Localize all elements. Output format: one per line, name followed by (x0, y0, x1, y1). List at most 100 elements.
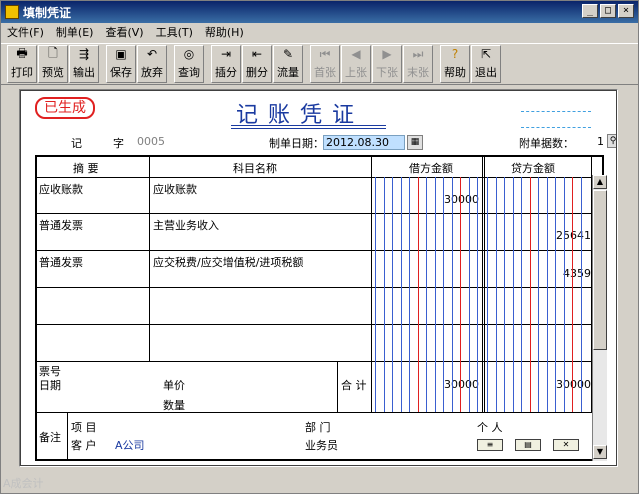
scroll-up-icon[interactable]: ▲ (593, 175, 607, 189)
col-account-header: 科目名称 (233, 162, 277, 175)
grid-hline (37, 250, 592, 251)
save-button[interactable]: ▣ 保存 (106, 45, 136, 83)
total-label: 合 计 (341, 379, 367, 392)
insert-row-button[interactable]: ⇥ 插分 (211, 45, 241, 83)
price-label: 单价 (163, 379, 185, 392)
grid-hline (37, 177, 592, 178)
menu-tools[interactable]: 工具(T) (150, 24, 199, 40)
grid-vline (468, 177, 470, 412)
row2-account[interactable]: 主营业务收入 (153, 217, 219, 233)
delete-row-button[interactable]: ⇤ 删分 (242, 45, 272, 83)
person-label: 个 人 (477, 421, 503, 434)
menu-file[interactable]: 文件(F) (1, 24, 50, 40)
customer-label: 客 户 (71, 439, 97, 452)
grid-vline (538, 177, 539, 412)
grid-vline (400, 177, 402, 412)
scroll-down-icon[interactable]: ▼ (593, 445, 607, 459)
row3-credit[interactable]: 4359 (507, 267, 591, 280)
print-button[interactable]: 🖶 打印 (7, 45, 37, 83)
query-button[interactable]: ◎ 查询 (174, 45, 204, 83)
row1-summary[interactable]: 应收账款 (39, 181, 83, 197)
dept-label: 部 门 (305, 421, 331, 434)
title-bar[interactable]: 填制凭证 _ □ × (1, 1, 638, 23)
menu-make[interactable]: 制单(E) (50, 24, 100, 40)
last-button[interactable]: ⏭ 末张 (403, 45, 433, 83)
grid-vline (337, 361, 338, 412)
window-title: 填制凭证 (23, 5, 72, 20)
menu-help[interactable]: 帮助(H) (199, 24, 250, 40)
grid-vline (383, 177, 385, 412)
calendar-icon[interactable]: ▦ (407, 135, 423, 150)
export-button[interactable]: ⇶ 输出 (69, 45, 99, 83)
attach-count[interactable]: 1 (597, 135, 604, 148)
undo-icon: ↶ (146, 47, 158, 61)
grid-vline (495, 177, 497, 412)
customer-value[interactable]: A公司 (115, 437, 145, 453)
row1-account[interactable]: 应收账款 (153, 181, 197, 197)
date-label: 制单日期： (269, 137, 324, 150)
grid-hline (37, 361, 592, 362)
scroll-thumb[interactable] (593, 190, 607, 350)
insert-row-icon: ⇥ (220, 47, 232, 61)
menu-view[interactable]: 查看(V) (99, 24, 149, 40)
grid-vline (417, 177, 419, 412)
grid-vline (580, 177, 582, 412)
preview-button[interactable]: 🗋 预览 (38, 45, 68, 83)
maximize-button[interactable]: □ (600, 4, 616, 18)
title-underline (231, 125, 386, 129)
row3-summary[interactable]: 普通发票 (39, 254, 83, 270)
prev-button[interactable]: ◀ 上张 (341, 45, 371, 83)
prev-icon: ◀ (351, 47, 361, 61)
grid-vline (149, 157, 150, 361)
grid-vline (487, 177, 488, 412)
row3-account[interactable]: 应交税费/应交增值税/进项税额 (153, 254, 303, 270)
grid-vline (546, 177, 548, 412)
maker-value: demo (517, 465, 548, 466)
next-button[interactable]: ▶ 下张 (372, 45, 402, 83)
exit-button[interactable]: ⇱ 退出 (471, 45, 501, 83)
minimize-button[interactable]: _ (582, 4, 598, 18)
close-button[interactable]: × (618, 4, 634, 18)
voucher-no[interactable]: 0005 (137, 135, 165, 148)
grid-vline (484, 157, 485, 412)
grid-vline (451, 177, 453, 412)
grid-vline (529, 177, 531, 412)
row2-credit[interactable]: 25641 (507, 229, 591, 242)
scrollbar[interactable]: ▲ ▼ (592, 175, 607, 461)
help-button[interactable]: ? 帮助 (440, 45, 470, 83)
bookkeep-label: 记账 (73, 465, 95, 466)
cashier-label: 出纳 (335, 465, 357, 466)
last-icon: ⏭ (412, 46, 424, 61)
discard-button[interactable]: ↶ 放弃 (137, 45, 167, 83)
grid-vline (434, 177, 436, 412)
grid-vline (460, 177, 461, 412)
grid-vline (477, 177, 478, 412)
search-icon[interactable]: ⚲ (607, 134, 616, 148)
maker-label: 制单 (477, 465, 499, 466)
first-icon: ⏮ (319, 46, 331, 61)
first-button[interactable]: ⏮ 首张 (310, 45, 340, 83)
project-label: 项 目 (71, 421, 97, 434)
note-icon[interactable]: ≡ (477, 439, 503, 451)
row2-summary[interactable]: 普通发票 (39, 217, 83, 233)
date-field[interactable]: 2012.08.30 (323, 135, 405, 150)
salesman-label: 业务员 (305, 439, 338, 452)
generated-stamp: 已生成 (35, 97, 95, 119)
tools-icon[interactable]: ✕ (553, 439, 579, 451)
main-window: 填制凭证 _ □ × 文件(F) 制单(E) 查看(V) 工具(T) 帮助(H)… (0, 0, 639, 494)
printer-icon: 🖶 (16, 45, 28, 60)
dash-line (521, 111, 591, 112)
card-icon[interactable]: ▤ (515, 439, 541, 451)
grid-hline (37, 213, 592, 214)
binoculars-icon: ◎ (183, 47, 195, 61)
watermark: A成会计 (3, 477, 44, 490)
cashflow-button[interactable]: ✎ 流量 (273, 45, 303, 83)
menu-bar: 文件(F) 制单(E) 查看(V) 工具(T) 帮助(H) (1, 23, 638, 41)
exit-icon: ⇱ (480, 47, 492, 61)
grid-vline (371, 157, 372, 412)
export-icon: ⇶ (78, 47, 90, 61)
grid-vline (375, 177, 376, 412)
col-credit-header: 贷方金额 (511, 162, 555, 175)
grid-vline (443, 177, 444, 412)
grid-hline (37, 287, 592, 288)
